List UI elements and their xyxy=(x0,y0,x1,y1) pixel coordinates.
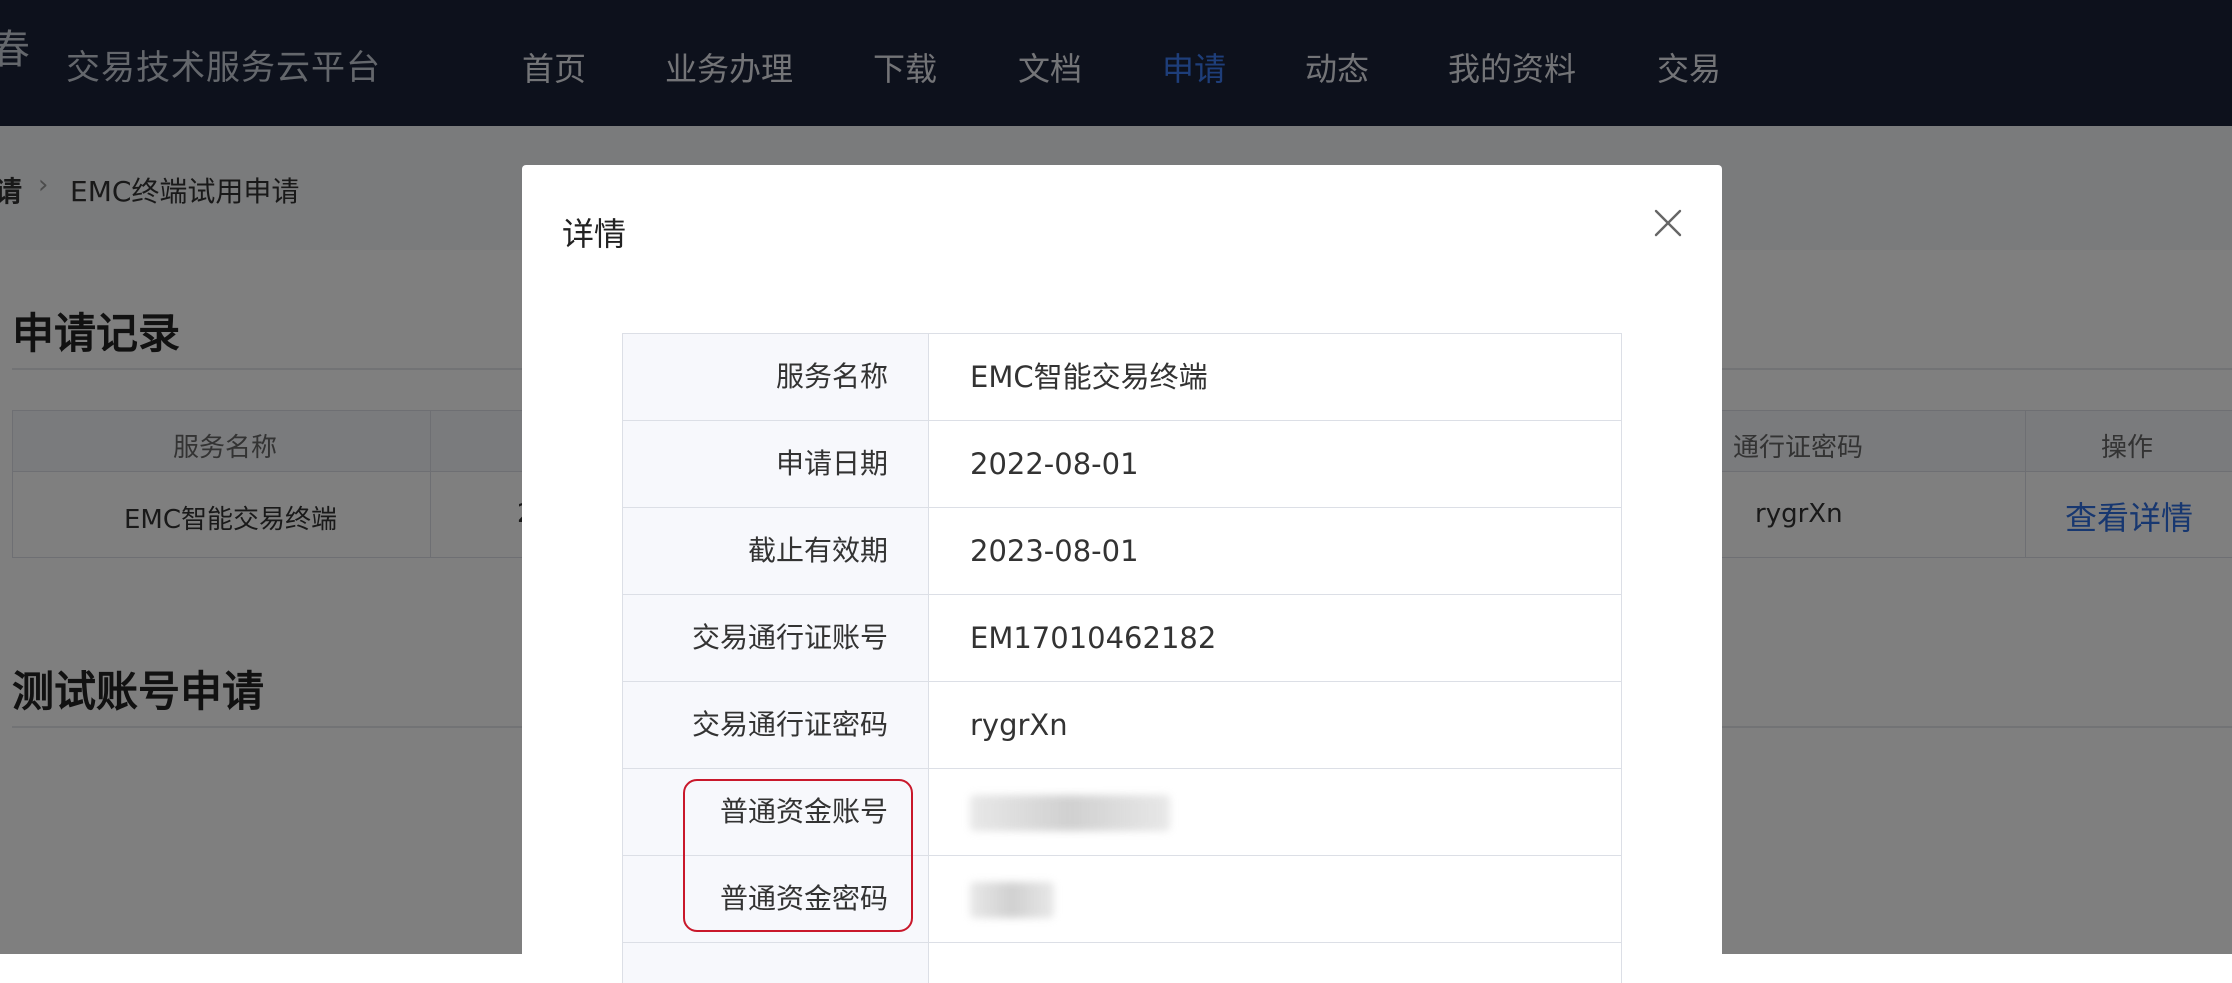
blurred-value xyxy=(970,795,1170,831)
row-label xyxy=(623,943,929,983)
highlight-annotation xyxy=(683,779,913,932)
table-row: 服务名称 EMC智能交易终端 xyxy=(623,334,1621,421)
table-row: 交易通行证账号 EM17010462182 xyxy=(623,595,1621,682)
close-icon[interactable] xyxy=(1650,205,1686,241)
modal-title: 详情 xyxy=(562,215,627,253)
row-value: EM17010462182 xyxy=(970,621,1217,655)
table-row: 截止有效期 2023-08-01 xyxy=(623,508,1621,595)
row-value: 2022-08-01 xyxy=(970,447,1139,481)
row-label: 交易通行证密码 xyxy=(623,682,929,768)
row-value: EMC智能交易终端 xyxy=(970,360,1208,394)
table-row xyxy=(623,943,1621,983)
blurred-value xyxy=(970,882,1054,918)
row-label: 申请日期 xyxy=(623,421,929,507)
table-row: 申请日期 2022-08-01 xyxy=(623,421,1621,508)
row-value: 2023-08-01 xyxy=(970,534,1139,568)
row-label: 服务名称 xyxy=(623,334,929,420)
row-label: 交易通行证账号 xyxy=(623,595,929,681)
table-row: 交易通行证密码 rygrXn xyxy=(623,682,1621,769)
row-label: 截止有效期 xyxy=(623,508,929,594)
row-value: rygrXn xyxy=(970,708,1068,742)
